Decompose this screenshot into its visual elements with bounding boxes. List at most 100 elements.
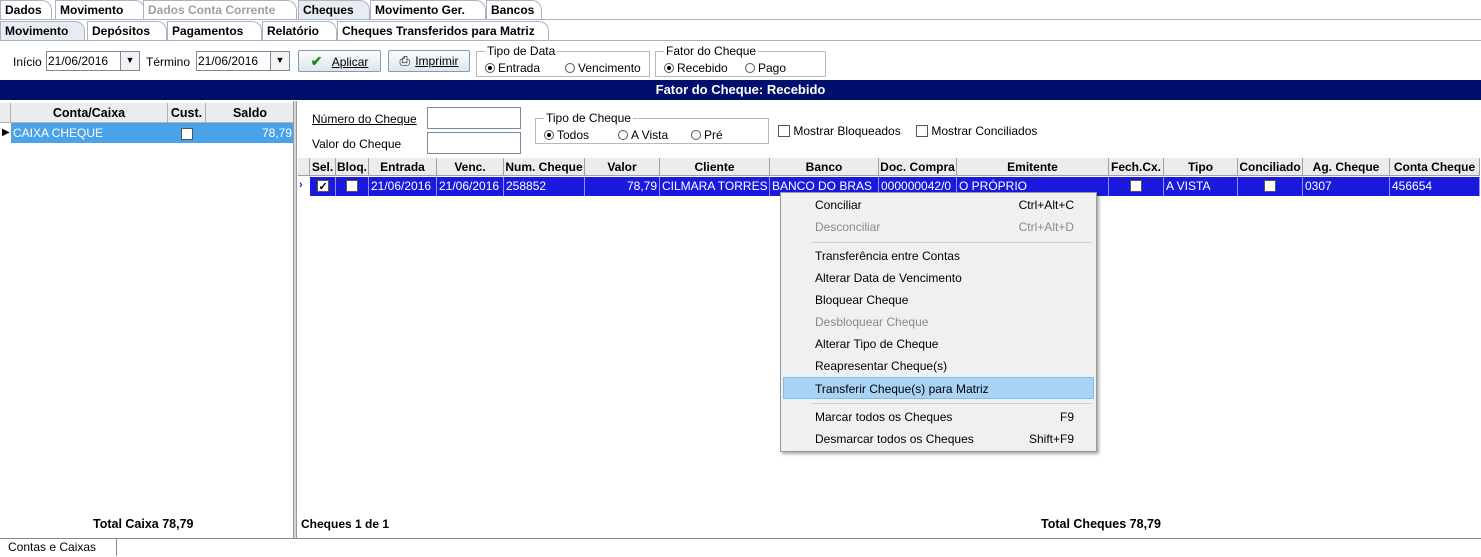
numero-cheque-label: Número do Cheque bbox=[312, 112, 417, 126]
menu-bloquear[interactable]: Bloquear Cheque bbox=[783, 289, 1094, 311]
table-row[interactable]: CAIXA CHEQUE 78,79 bbox=[11, 123, 295, 143]
tab-contas-caixas[interactable]: Contas e Caixas bbox=[0, 539, 118, 556]
tab-movimento-ger[interactable]: Movimento Ger. bbox=[370, 0, 486, 19]
panel-splitter[interactable] bbox=[293, 101, 297, 538]
imprimir-label: Imprimir bbox=[415, 54, 459, 68]
chevron-down-icon[interactable]: ▼ bbox=[270, 52, 289, 70]
subtab-depositos[interactable]: Depósitos bbox=[87, 21, 167, 40]
tab-dados-conta-corrente[interactable]: Dados Conta Corrente bbox=[143, 0, 297, 19]
col-fech-cx[interactable]: Fech.Cx. bbox=[1109, 158, 1164, 176]
fech-cx-cell[interactable] bbox=[1109, 177, 1164, 196]
menu-reapresentar[interactable]: Reapresentar Cheque(s) bbox=[783, 355, 1094, 377]
entrada-cell: 21/06/2016 bbox=[369, 177, 437, 196]
col-venc[interactable]: Venc. bbox=[437, 158, 504, 176]
bloq-cell[interactable] bbox=[336, 177, 369, 196]
row-indicator-header bbox=[0, 103, 11, 123]
col-sel[interactable]: Sel. bbox=[310, 158, 336, 176]
tab-cheques[interactable]: Cheques bbox=[298, 0, 370, 19]
menu-alterar-tipo[interactable]: Alterar Tipo de Cheque bbox=[783, 333, 1094, 355]
menu-separator bbox=[811, 403, 1092, 404]
radio-vencimento-label: Vencimento bbox=[578, 61, 641, 75]
bloq-checkbox[interactable] bbox=[346, 180, 358, 192]
col-cust[interactable]: Cust. bbox=[168, 103, 206, 123]
radio-pago-label: Pago bbox=[758, 61, 787, 75]
col-entrada[interactable]: Entrada bbox=[369, 158, 437, 176]
sel-cell[interactable] bbox=[310, 177, 336, 196]
tipo-data-title: Tipo de Data bbox=[485, 44, 558, 58]
radio-todos-label: Todos bbox=[557, 128, 590, 142]
col-emitente[interactable]: Emitente bbox=[957, 158, 1109, 176]
menu-label: Alterar Data de Vencimento bbox=[815, 271, 962, 285]
subtab-cheques-transferidos[interactable]: Cheques Transferidos para Matriz bbox=[337, 21, 549, 40]
venc-cell: 21/06/2016 bbox=[437, 177, 504, 196]
inicio-date-field[interactable]: 21/06/2016 ▼ bbox=[46, 51, 140, 71]
termino-label: Término bbox=[146, 55, 191, 69]
aplicar-button[interactable]: ✔ Aplicar bbox=[298, 50, 381, 72]
num-cheque-cell: 258852 bbox=[504, 177, 585, 196]
radio-recebido[interactable]: Recebido bbox=[664, 61, 728, 75]
col-conciliado[interactable]: Conciliado bbox=[1238, 158, 1303, 176]
cust-checkbox[interactable] bbox=[181, 128, 193, 140]
subtab-divider bbox=[0, 40, 1481, 41]
radio-vencimento[interactable]: Vencimento bbox=[565, 61, 641, 75]
menu-marcar-todos[interactable]: Marcar todos os Cheques F9 bbox=[783, 406, 1094, 428]
context-menu: Conciliar Ctrl+Alt+C Desconciliar Ctrl+Alt… bbox=[780, 192, 1097, 452]
termino-date-field[interactable]: 21/06/2016 ▼ bbox=[196, 51, 290, 71]
menu-separator bbox=[811, 242, 1092, 243]
conciliado-checkbox[interactable] bbox=[1264, 180, 1276, 192]
chevron-down-icon[interactable]: ▼ bbox=[120, 52, 139, 70]
tab-movimento[interactable]: Movimento bbox=[55, 0, 145, 19]
col-cliente[interactable]: Cliente bbox=[660, 158, 770, 176]
radio-pago[interactable]: Pago bbox=[745, 61, 786, 75]
col-conta-caixa[interactable]: Conta/Caixa bbox=[11, 103, 168, 123]
mostrar-bloqueados[interactable]: Mostrar Bloqueados bbox=[778, 124, 901, 138]
col-bloq[interactable]: Bloq. bbox=[336, 158, 369, 176]
col-saldo[interactable]: Saldo bbox=[206, 103, 295, 123]
mostrar-conciliados[interactable]: Mostrar Conciliados bbox=[916, 124, 1037, 138]
checkbox-icon bbox=[778, 125, 790, 137]
tipo-data-group: Tipo de Data Entrada Vencimento bbox=[476, 44, 650, 77]
valor-cheque-input[interactable] bbox=[427, 132, 521, 154]
conta-cheque-cell: 456654 bbox=[1390, 177, 1480, 196]
imprimir-button[interactable]: ⎙ Imprimir bbox=[388, 50, 470, 72]
menu-label: Conciliar bbox=[815, 198, 862, 212]
inicio-date-value: 21/06/2016 bbox=[48, 54, 109, 68]
termino-date-value: 21/06/2016 bbox=[198, 54, 259, 68]
tab-divider bbox=[0, 19, 1481, 20]
radio-off-icon bbox=[691, 130, 701, 140]
radio-entrada[interactable]: Entrada bbox=[485, 61, 540, 75]
radio-off-icon bbox=[565, 63, 575, 73]
menu-conciliar[interactable]: Conciliar Ctrl+Alt+C bbox=[783, 194, 1094, 216]
col-valor[interactable]: Valor bbox=[585, 158, 660, 176]
col-num-cheque[interactable]: Num. Cheque bbox=[504, 158, 585, 176]
menu-transferencia-contas[interactable]: Transferência entre Contas bbox=[783, 245, 1094, 267]
row-pointer-icon: › bbox=[299, 179, 303, 191]
col-banco[interactable]: Banco bbox=[770, 158, 879, 176]
menu-transferir-matriz[interactable]: Transferir Cheque(s) para Matriz bbox=[783, 377, 1094, 399]
radio-off-icon bbox=[745, 63, 755, 73]
subtab-relatorio[interactable]: Relatório bbox=[262, 21, 337, 40]
numero-cheque-input[interactable] bbox=[427, 107, 521, 129]
radio-a-vista[interactable]: A Vista bbox=[618, 128, 668, 142]
col-doc-compra[interactable]: Doc. Compra bbox=[879, 158, 957, 176]
col-tipo[interactable]: Tipo bbox=[1164, 158, 1238, 176]
menu-desbloquear[interactable]: Desbloquear Cheque bbox=[783, 311, 1094, 333]
tab-bancos[interactable]: Bancos bbox=[486, 0, 542, 19]
conciliado-cell[interactable] bbox=[1238, 177, 1303, 196]
menu-label: Desconciliar bbox=[815, 220, 881, 234]
subtab-movimento[interactable]: Movimento bbox=[0, 21, 85, 40]
sel-checkbox[interactable] bbox=[316, 178, 329, 196]
valor-cheque-label: Valor do Cheque bbox=[312, 137, 402, 151]
col-ag-cheque[interactable]: Ag. Cheque bbox=[1303, 158, 1390, 176]
fech-cx-checkbox[interactable] bbox=[1130, 180, 1142, 192]
menu-shortcut: F9 bbox=[1059, 410, 1074, 424]
radio-todos[interactable]: Todos bbox=[544, 128, 589, 142]
col-conta-cheque[interactable]: Conta Cheque bbox=[1390, 158, 1480, 176]
menu-desconciliar[interactable]: Desconciliar Ctrl+Alt+D bbox=[783, 216, 1094, 238]
grid-indicator-header bbox=[298, 158, 310, 176]
radio-pre[interactable]: Pré bbox=[691, 128, 723, 142]
subtab-pagamentos[interactable]: Pagamentos bbox=[167, 21, 262, 40]
tab-dados[interactable]: Dados bbox=[0, 0, 52, 19]
menu-alterar-vencimento[interactable]: Alterar Data de Vencimento bbox=[783, 267, 1094, 289]
menu-desmarcar-todos[interactable]: Desmarcar todos os Cheques Shift+F9 bbox=[783, 428, 1094, 450]
